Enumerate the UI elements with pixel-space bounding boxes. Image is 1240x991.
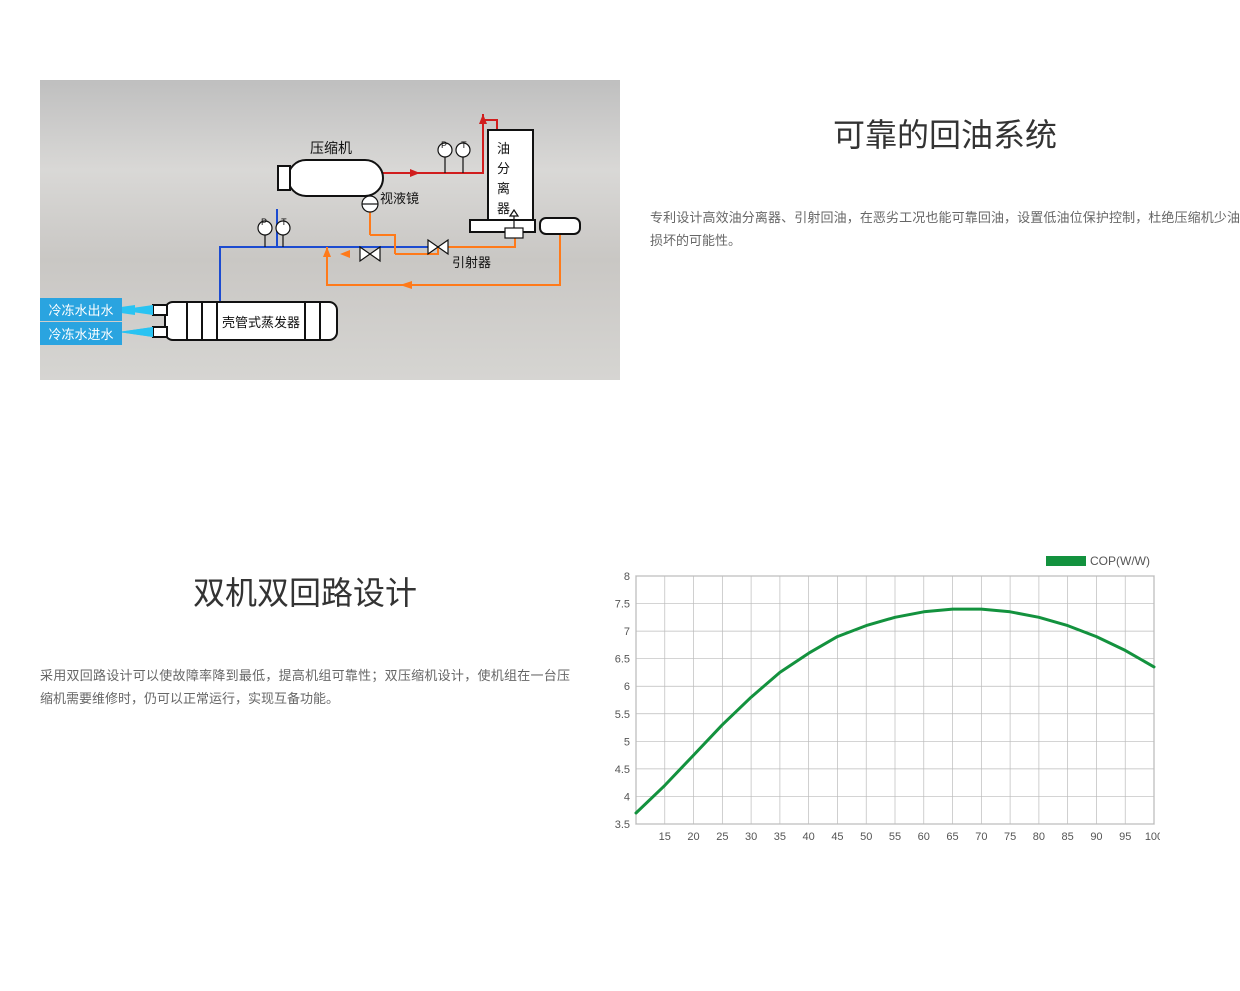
svg-text:20: 20 [687,831,699,843]
svg-text:8: 8 [624,571,630,583]
section1-title: 可靠的回油系统 [650,110,1240,156]
oilsep-label-1: 油 [497,138,510,157]
section2-desc: 采用双回路设计可以使故障率降到最低，提高机组可靠性；双压缩机设计，使机组在一台压… [40,664,570,711]
cop-chart: COP(W/W) 87.576.565.554.543.515202530354… [600,560,1160,850]
chart-svg: 8 7.5 7 6.5 6 5.5 5 4.5 4 3.5 15 20 25 30 35 40 45 50 55 60… [600,560,1160,850]
svg-text:6: 6 [624,681,630,693]
svg-text:5: 5 [624,736,630,748]
compressor-label: 压缩机 [310,138,352,158]
svg-text:100: 100 [1145,831,1160,843]
svg-text:3.5: 3.5 [615,819,630,831]
svg-text:7.5: 7.5 [615,599,630,611]
svg-text:45: 45 [831,831,843,843]
svg-text:55: 55 [889,831,901,843]
svg-text:25: 25 [716,831,728,843]
legend-label: COP(W/W) [1090,554,1150,568]
svg-text:60: 60 [918,831,930,843]
section1-desc: 专利设计高效油分离器、引射回油，在恶劣工况也能可靠回油，设置低油位保护控制，杜绝… [650,206,1240,253]
chilled-water-out-label: 冷冻水出水 [40,298,122,321]
oilsep-label-3: 离 [497,178,510,197]
svg-text:35: 35 [774,831,786,843]
svg-text:4: 4 [624,791,630,803]
svg-text:4.5: 4.5 [615,764,630,776]
ejector-label: 引射器 [452,252,491,271]
pt-right-label: P T [441,140,473,150]
oil-return-diagram: 压缩机 油 分 离 器 视液镜 引射器 壳管式蒸发器 P T P T 冷冻水出水… [40,80,620,380]
pt-left-label: P T [261,217,293,227]
svg-text:40: 40 [803,831,815,843]
svg-text:50: 50 [860,831,872,843]
diagram-svg [40,80,620,380]
sightglass-label: 视液镜 [380,188,419,207]
svg-text:70: 70 [975,831,987,843]
svg-text:80: 80 [1033,831,1045,843]
svg-text:65: 65 [946,831,958,843]
svg-text:7: 7 [624,626,630,638]
svg-text:75: 75 [1004,831,1016,843]
svg-text:5.5: 5.5 [615,709,630,721]
chart-legend: COP(W/W) [1046,554,1150,568]
svg-text:6.5: 6.5 [615,654,630,666]
chilled-water-in-label: 冷冻水进水 [40,322,122,345]
section2-title: 双机双回路设计 [40,568,570,614]
svg-text:15: 15 [659,831,671,843]
svg-text:85: 85 [1062,831,1074,843]
svg-text:95: 95 [1119,831,1131,843]
svg-text:30: 30 [745,831,757,843]
legend-swatch [1046,556,1086,566]
oilsep-label-2: 分 [497,158,510,177]
oilsep-label-4: 器 [497,198,510,217]
evaporator-label: 壳管式蒸发器 [222,312,300,331]
svg-text:90: 90 [1090,831,1102,843]
